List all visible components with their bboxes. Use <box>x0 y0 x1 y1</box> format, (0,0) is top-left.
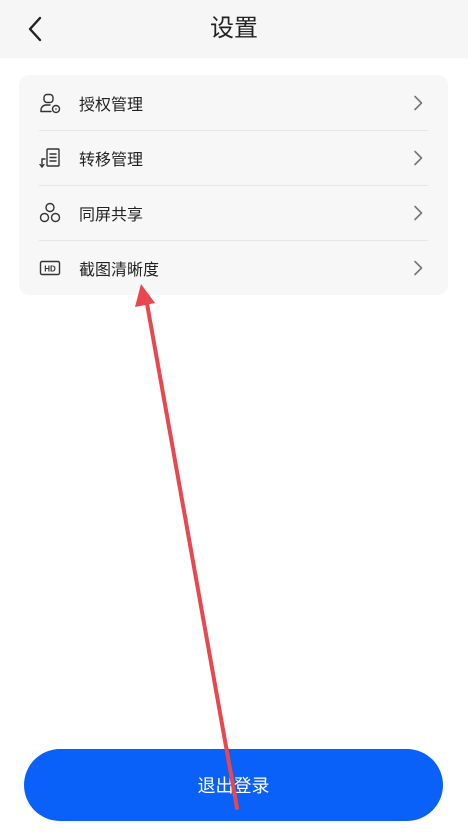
settings-item-label: 截图清晰度 <box>79 259 160 279</box>
settings-item-transfer[interactable]: 转移管理 <box>19 130 448 185</box>
share-nodes-icon <box>38 201 62 225</box>
settings-page: 设置 授权管理 转移管理 同屏共享 HD 截图清晰度 退出登录 <box>0 0 468 834</box>
settings-item-screen-share[interactable]: 同屏共享 <box>19 185 448 240</box>
top-bar: 设置 <box>0 0 468 58</box>
page-title: 设置 <box>210 14 258 42</box>
settings-item-screenshot-quality[interactable]: HD 截图清晰度 <box>19 240 448 295</box>
transfer-document-icon <box>38 146 62 170</box>
settings-item-label: 同屏共享 <box>79 204 144 224</box>
chevron-right-icon <box>410 95 426 111</box>
logout-button[interactable]: 退出登录 <box>24 749 443 821</box>
settings-list: 授权管理 转移管理 同屏共享 HD 截图清晰度 <box>19 75 448 295</box>
svg-text:HD: HD <box>44 264 56 273</box>
user-key-icon <box>38 91 62 115</box>
chevron-right-icon <box>410 205 426 221</box>
hd-icon: HD <box>38 256 62 280</box>
settings-item-authorization[interactable]: 授权管理 <box>19 75 448 130</box>
settings-item-label: 授权管理 <box>79 94 144 114</box>
chevron-right-icon <box>410 150 426 166</box>
chevron-right-icon <box>410 260 426 276</box>
settings-item-label: 转移管理 <box>79 149 144 169</box>
